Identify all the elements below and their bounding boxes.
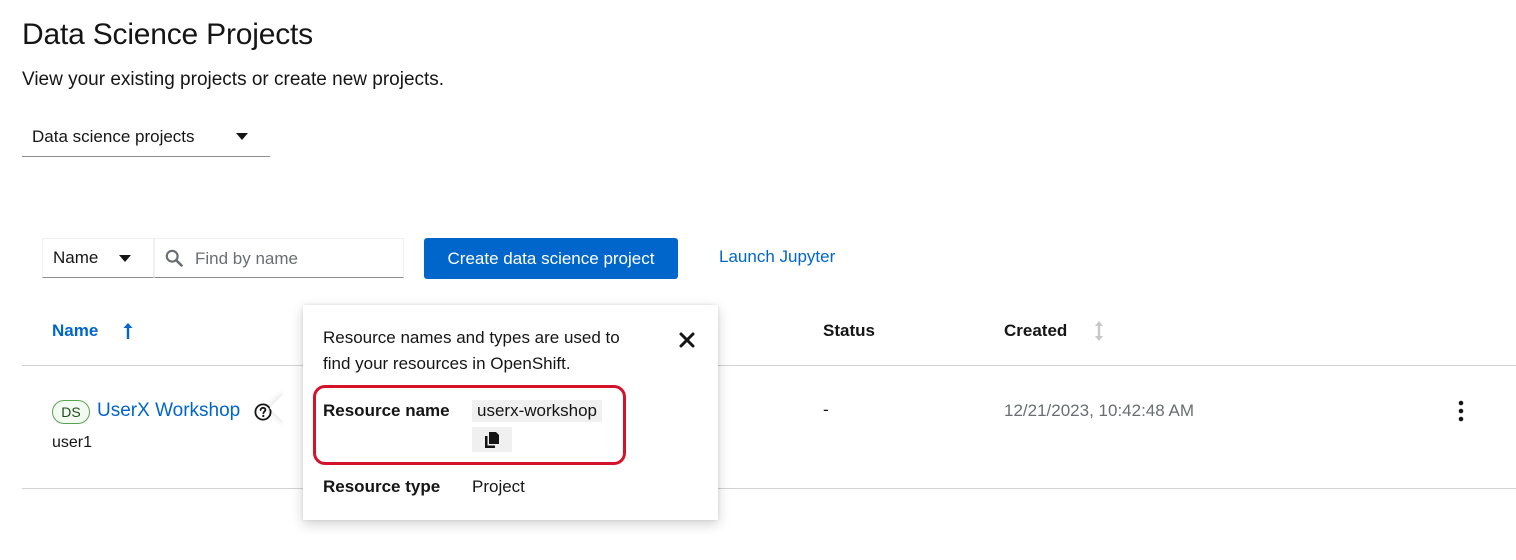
search-input[interactable] [193,245,397,273]
copy-button[interactable] [472,427,512,452]
resource-type-label: Resource type [323,477,441,496]
chevron-down-icon [236,133,248,140]
popover-description: Resource names and types are used to fin… [323,328,620,373]
sort-ascending-icon[interactable] [121,321,135,341]
close-icon[interactable] [679,332,695,348]
project-type-select-value: Data science projects [32,126,195,146]
create-project-button[interactable]: Create data science project [424,238,678,279]
project-created: 12/21/2023, 10:42:48 AM [1004,401,1194,420]
kebab-menu-icon[interactable] [1450,398,1472,424]
column-header-status: Status [823,321,875,340]
table-row-divider [22,488,1516,489]
sort-icon[interactable] [1092,320,1106,342]
copy-icon [485,432,499,448]
resource-name-value: userx-workshop [472,400,602,422]
project-name-link[interactable]: UserX Workshop [97,400,240,422]
filter-attribute-value: Name [53,248,99,267]
resource-info-popover: Resource names and types are used to fin… [303,305,718,520]
popover-arrow [269,392,301,424]
project-owner: user1 [52,434,93,451]
launch-jupyter-link[interactable]: Launch Jupyter [719,247,835,267]
table-header-divider [22,365,1516,366]
page-subtitle: View your existing projects or create ne… [22,69,445,90]
chevron-down-icon [119,255,131,262]
page: Data Science Projects View your existing… [0,0,1516,560]
project-type-select[interactable]: Data science projects [22,117,270,157]
search-box [154,238,404,278]
resource-type-value: Project [472,477,525,496]
filter-attribute-select[interactable]: Name [42,238,154,278]
project-status: - [823,400,829,419]
resource-name-label: Resource name [323,401,450,420]
help-icon[interactable] [254,403,272,421]
page-title: Data Science Projects [22,18,313,51]
search-icon [165,249,183,267]
project-type-badge: DS [52,400,90,424]
column-header-created[interactable]: Created [1004,321,1067,341]
column-header-name[interactable]: Name [52,321,98,341]
